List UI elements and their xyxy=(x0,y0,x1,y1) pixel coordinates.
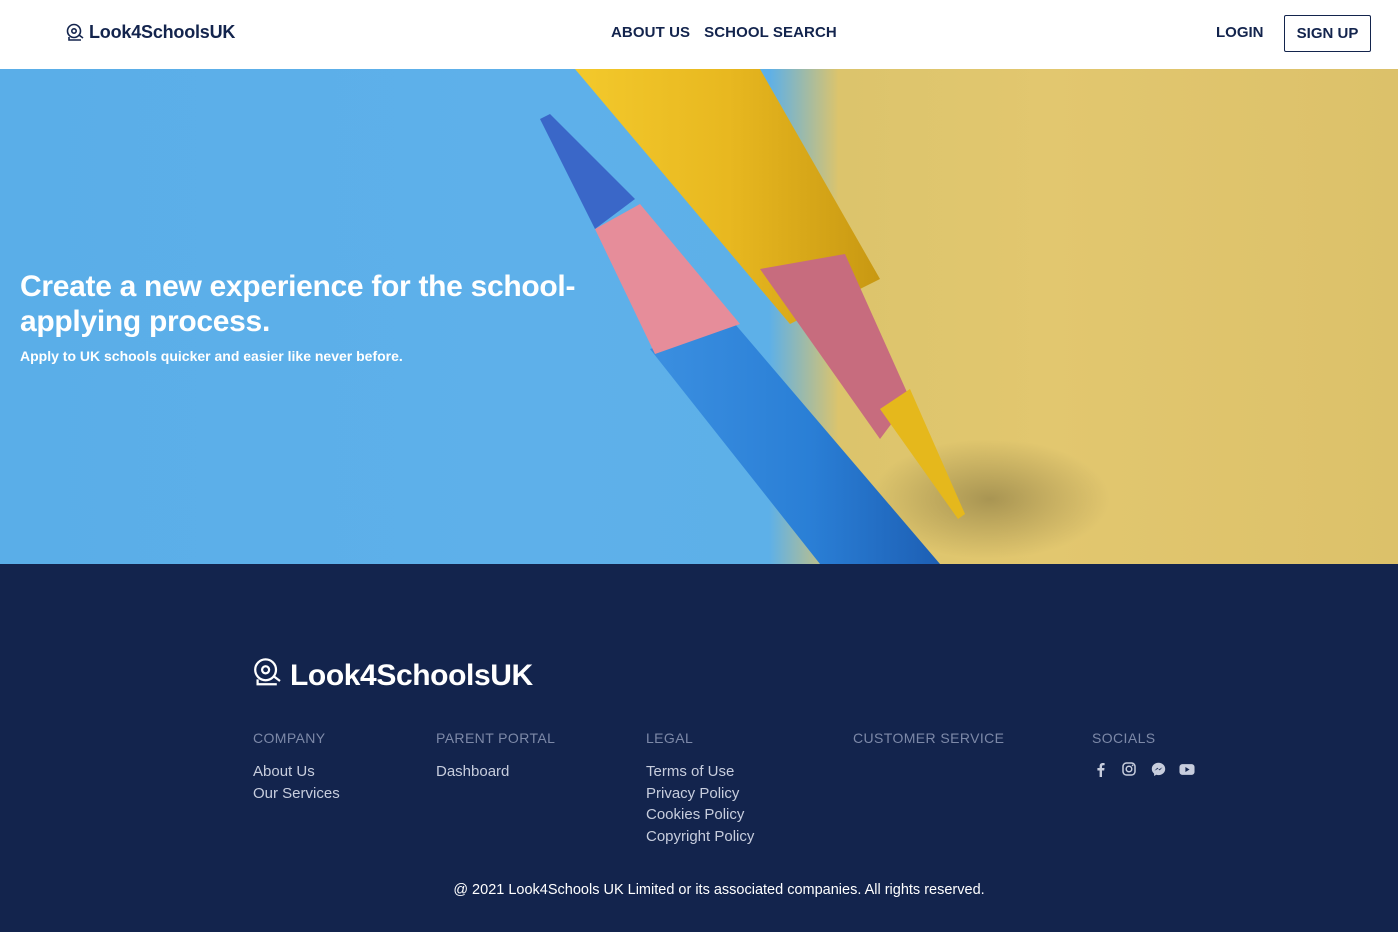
hero-subtitle: Apply to UK schools quicker and easier l… xyxy=(20,348,403,364)
footer-heading-parent-portal: PARENT PORTAL xyxy=(436,730,556,746)
school-bell-logo-icon xyxy=(252,657,284,694)
footer-link-cookies-policy[interactable]: Cookies Policy xyxy=(646,804,754,826)
footer-column-company: COMPANY About Us Our Services xyxy=(253,730,340,804)
footer-link-terms-of-use[interactable]: Terms of Use xyxy=(646,761,754,783)
top-navbar: Look4SchoolsUK ABOUT US SCHOOL SEARCH LO… xyxy=(0,0,1398,69)
facebook-icon[interactable] xyxy=(1092,761,1108,777)
copyright-notice: @ 2021 Look4Schools UK Limited or its as… xyxy=(453,882,985,898)
messenger-icon[interactable] xyxy=(1150,761,1166,777)
footer-brand-logo[interactable]: Look4SchoolsUK xyxy=(252,657,533,694)
social-links xyxy=(1092,761,1195,777)
footer-heading-legal: LEGAL xyxy=(646,730,694,746)
footer-column-legal: LEGAL Terms of Use Privacy Policy Cookie… xyxy=(646,730,754,847)
footer-heading-customer-service: CUSTOMER SERVICE xyxy=(853,730,1005,746)
footer-link-our-services[interactable]: Our Services xyxy=(253,783,340,805)
nav-about-us[interactable]: ABOUT US xyxy=(611,24,690,41)
footer-column-parent-portal: PARENT PORTAL Dashboard xyxy=(436,730,555,783)
footer-link-dashboard[interactable]: Dashboard xyxy=(436,761,555,783)
nav-school-search[interactable]: SCHOOL SEARCH xyxy=(704,24,837,41)
hero-title: Create a new experience for the school-a… xyxy=(20,270,576,338)
footer-brand-name: Look4SchoolsUK xyxy=(290,658,533,692)
instagram-icon[interactable] xyxy=(1121,761,1137,777)
school-bell-logo-icon xyxy=(66,23,85,43)
footer-link-copyright-policy[interactable]: Copyright Policy xyxy=(646,826,754,848)
login-link[interactable]: LOGIN xyxy=(1216,24,1264,41)
footer-heading-company: COMPANY xyxy=(253,730,326,746)
brand-logo-link[interactable]: Look4SchoolsUK xyxy=(66,22,235,43)
footer-link-privacy-policy[interactable]: Privacy Policy xyxy=(646,783,754,805)
main-nav: ABOUT US SCHOOL SEARCH xyxy=(611,24,837,41)
footer-column-socials: SOCIALS xyxy=(1092,730,1195,777)
footer-link-about-us[interactable]: About Us xyxy=(253,761,340,783)
footer-heading-socials: SOCIALS xyxy=(1092,730,1156,746)
site-footer: Look4SchoolsUK COMPANY About Us Our Serv… xyxy=(0,564,1398,932)
hero-banner: Create a new experience for the school-a… xyxy=(0,69,1398,564)
brand-name: Look4SchoolsUK xyxy=(89,22,236,42)
youtube-icon[interactable] xyxy=(1179,761,1195,777)
signup-button[interactable]: SIGN UP xyxy=(1284,15,1371,52)
footer-column-customer-service: CUSTOMER SERVICE xyxy=(853,730,1004,761)
